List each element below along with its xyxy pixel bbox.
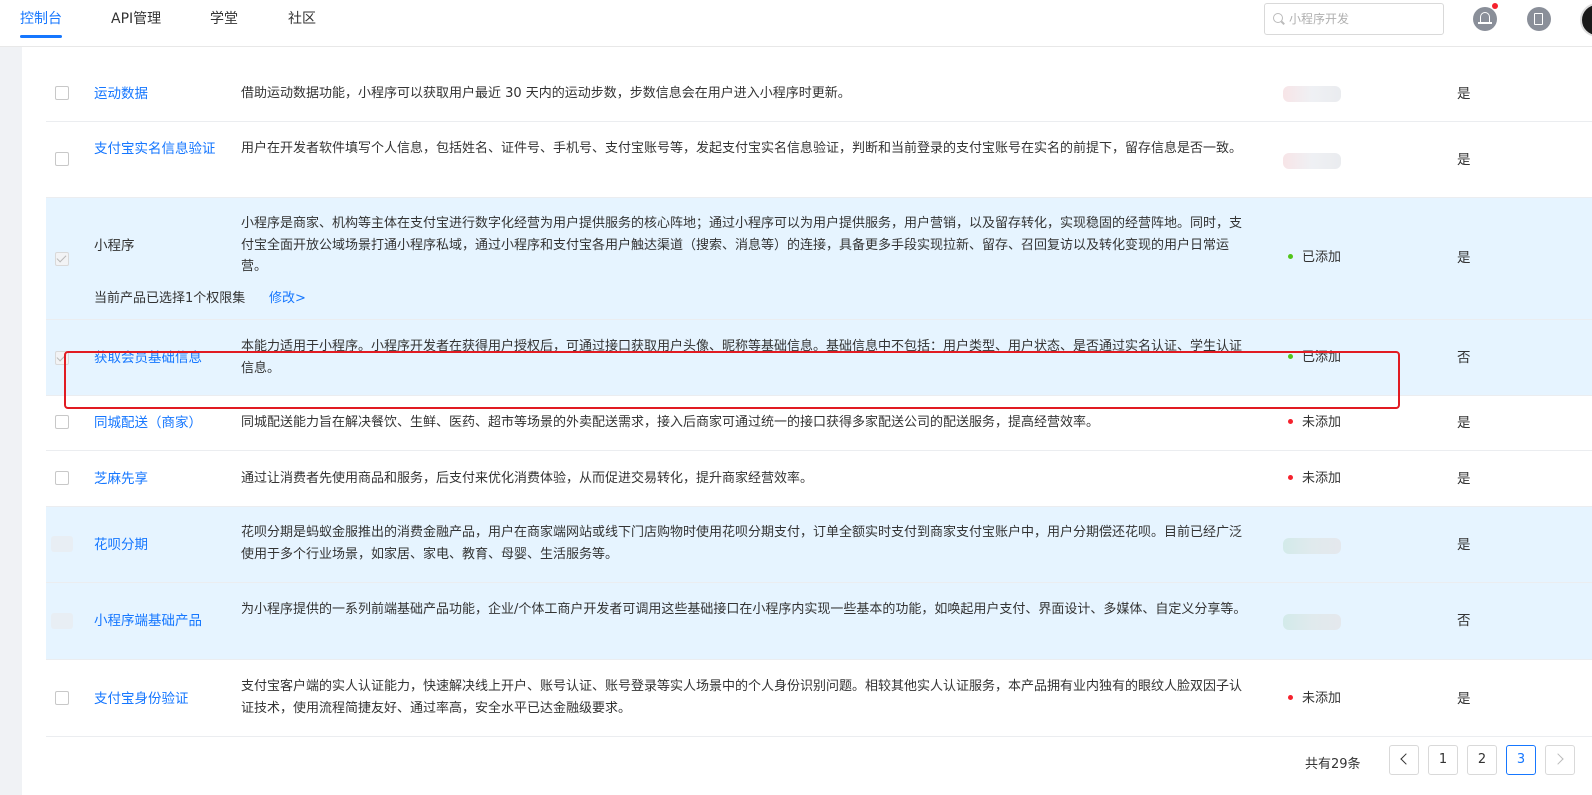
required-value: 是: [1457, 691, 1471, 707]
table-row: 芝麻先享 通过让消费者先使用商品和服务，后支付来优化消费体验，从而促进交易转化，…: [46, 451, 1592, 507]
status-not-added: 未添加: [1288, 689, 1341, 709]
table-row: 小程序 小程序是商家、机构等主体在支付宝进行数字化经营为用户提供服务的核心阵地；…: [46, 198, 1592, 320]
status-added: 已添加: [1288, 248, 1341, 268]
status-dot: [1288, 254, 1293, 259]
product-name: 小程序: [94, 238, 135, 254]
product-name-link[interactable]: 小程序端基础产品: [94, 610, 219, 632]
table-row: 支付宝身份验证 支付宝客户端的实人认证能力，快速解决线上开户、账号认证、账号登录…: [46, 660, 1592, 737]
required-value: 是: [1457, 250, 1471, 266]
checkbox-blurred: [51, 536, 73, 552]
modify-link[interactable]: 修改>: [269, 289, 306, 309]
required-value: 是: [1457, 471, 1471, 487]
row-checkbox-disabled: [55, 252, 69, 266]
table-row: 花呗分期 花呗分期是蚂蚁金服推出的消费金融产品，用户在商家端网站或线下门店购物时…: [46, 507, 1592, 583]
product-description: 借助运动数据功能，小程序可以获取用户最近 30 天内的运动步数，步数信息会在用户…: [241, 86, 851, 101]
required-value: 否: [1457, 350, 1471, 366]
product-description: 支付宝客户端的实人认证能力，快速解决线上开户、账号认证、账号登录等实人场景中的个…: [241, 679, 1243, 716]
table-row: 小程序端基础产品 为小程序提供的一系列前端基础产品功能，企业/个体工商户开发者可…: [46, 583, 1592, 660]
product-table: 运动数据 借助运动数据功能，小程序可以获取用户最近 30 天内的运动步数，步数信…: [46, 67, 1592, 737]
content-panel: 运动数据 借助运动数据功能，小程序可以获取用户最近 30 天内的运动步数，步数信…: [22, 47, 1592, 795]
product-name-link[interactable]: 获取会员基础信息: [94, 347, 219, 369]
search-input[interactable]: [1287, 8, 1441, 30]
page-button-2[interactable]: 2: [1467, 745, 1497, 775]
tab-api-management[interactable]: API管理: [111, 10, 161, 38]
row-checkbox[interactable]: [55, 152, 69, 166]
top-nav: 控制台 API管理 学堂 社区: [0, 0, 1592, 47]
prev-page-button[interactable]: [1389, 745, 1419, 775]
product-description: 小程序是商家、机构等主体在支付宝进行数字化经营为用户提供服务的核心阵地；通过小程…: [241, 216, 1243, 274]
status-blurred: [1283, 153, 1341, 169]
status-not-added: 未添加: [1288, 413, 1341, 433]
status-dot: [1288, 695, 1293, 700]
required-value: 否: [1457, 613, 1471, 629]
required-value: 是: [1457, 86, 1471, 102]
table-row: 同城配送（商家） 同城配送能力旨在解决餐饮、生鲜、医药、超市等场景的外卖配送需求…: [46, 396, 1592, 451]
table-row: 获取会员基础信息 本能力适用于小程序。小程序开发者在获得用户授权后，可通过接口获…: [46, 320, 1592, 396]
tab-console[interactable]: 控制台: [20, 10, 62, 38]
product-description: 通过让消费者先使用商品和服务，后支付来优化消费体验，从而促进交易转化，提升商家经…: [241, 471, 814, 486]
status-blurred: [1283, 614, 1341, 630]
row-checkbox[interactable]: [55, 86, 69, 100]
required-value: 是: [1457, 152, 1471, 168]
product-description: 为小程序提供的一系列前端基础产品功能，企业/个体工商户开发者可调用这些基础接口在…: [241, 602, 1247, 617]
page-button-1[interactable]: 1: [1428, 745, 1458, 775]
row-checkbox[interactable]: [55, 691, 69, 705]
status-blurred: [1283, 86, 1341, 102]
product-name-link[interactable]: 运动数据: [94, 83, 219, 105]
status-dot: [1288, 475, 1293, 480]
product-description: 花呗分期是蚂蚁金服推出的消费金融产品，用户在商家端网站或线下门店购物时使用花呗分…: [241, 525, 1243, 562]
row-checkbox[interactable]: [55, 471, 69, 485]
product-name-link[interactable]: 芝麻先享: [94, 468, 219, 490]
table-row: 运动数据 借助运动数据功能，小程序可以获取用户最近 30 天内的运动步数，步数信…: [46, 67, 1592, 122]
status-label: 未添加: [1302, 691, 1342, 706]
product-description: 本能力适用于小程序。小程序开发者在获得用户授权后，可通过接口获取用户头像、昵称等…: [241, 339, 1243, 376]
row-checkbox[interactable]: [55, 415, 69, 429]
search-icon: [1273, 13, 1283, 23]
status-dot: [1288, 419, 1293, 424]
pagination-total: 共有29条: [1305, 757, 1361, 772]
notification-dot: [1492, 3, 1498, 9]
product-description: 同城配送能力旨在解决餐饮、生鲜、医药、超市等场景的外卖配送需求，接入后商家可通过…: [241, 415, 1100, 430]
document-icon[interactable]: [1527, 7, 1551, 31]
required-value: 是: [1457, 537, 1471, 553]
bell-icon[interactable]: [1473, 7, 1497, 31]
chevron-right-icon: [1552, 753, 1564, 765]
avatar[interactable]: [1580, 3, 1592, 37]
checkbox-blurred: [51, 613, 73, 629]
status-label: 已添加: [1302, 250, 1342, 265]
page-button-3[interactable]: 3: [1506, 745, 1536, 775]
chevron-left-icon: [1400, 753, 1412, 765]
row-checkbox-disabled: [55, 351, 69, 365]
required-value: 是: [1457, 415, 1471, 431]
status-added: 已添加: [1288, 348, 1341, 368]
status-blurred: [1283, 538, 1341, 554]
status-label: 未添加: [1302, 471, 1342, 486]
product-name-link[interactable]: 支付宝实名信息验证: [94, 138, 219, 160]
search-box[interactable]: [1264, 3, 1444, 35]
status-label: 已添加: [1302, 350, 1342, 365]
permission-set-note: 当前产品已选择1个权限集: [94, 291, 246, 306]
product-name-link[interactable]: 同城配送（商家）: [94, 412, 219, 434]
status-not-added: 未添加: [1288, 469, 1341, 489]
table-row: 支付宝实名信息验证 用户在开发者软件填写个人信息，包括姓名、证件号、手机号、支付…: [46, 122, 1592, 198]
tab-academy[interactable]: 学堂: [210, 10, 238, 38]
tab-community[interactable]: 社区: [288, 10, 316, 38]
product-description: 用户在开发者软件填写个人信息，包括姓名、证件号、手机号、支付宝账号等，发起支付宝…: [241, 141, 1243, 156]
product-name-link[interactable]: 支付宝身份验证: [94, 688, 219, 710]
status-dot: [1288, 354, 1293, 359]
status-label: 未添加: [1302, 415, 1342, 430]
next-page-button: [1545, 745, 1575, 775]
product-name-link[interactable]: 花呗分期: [94, 534, 219, 556]
